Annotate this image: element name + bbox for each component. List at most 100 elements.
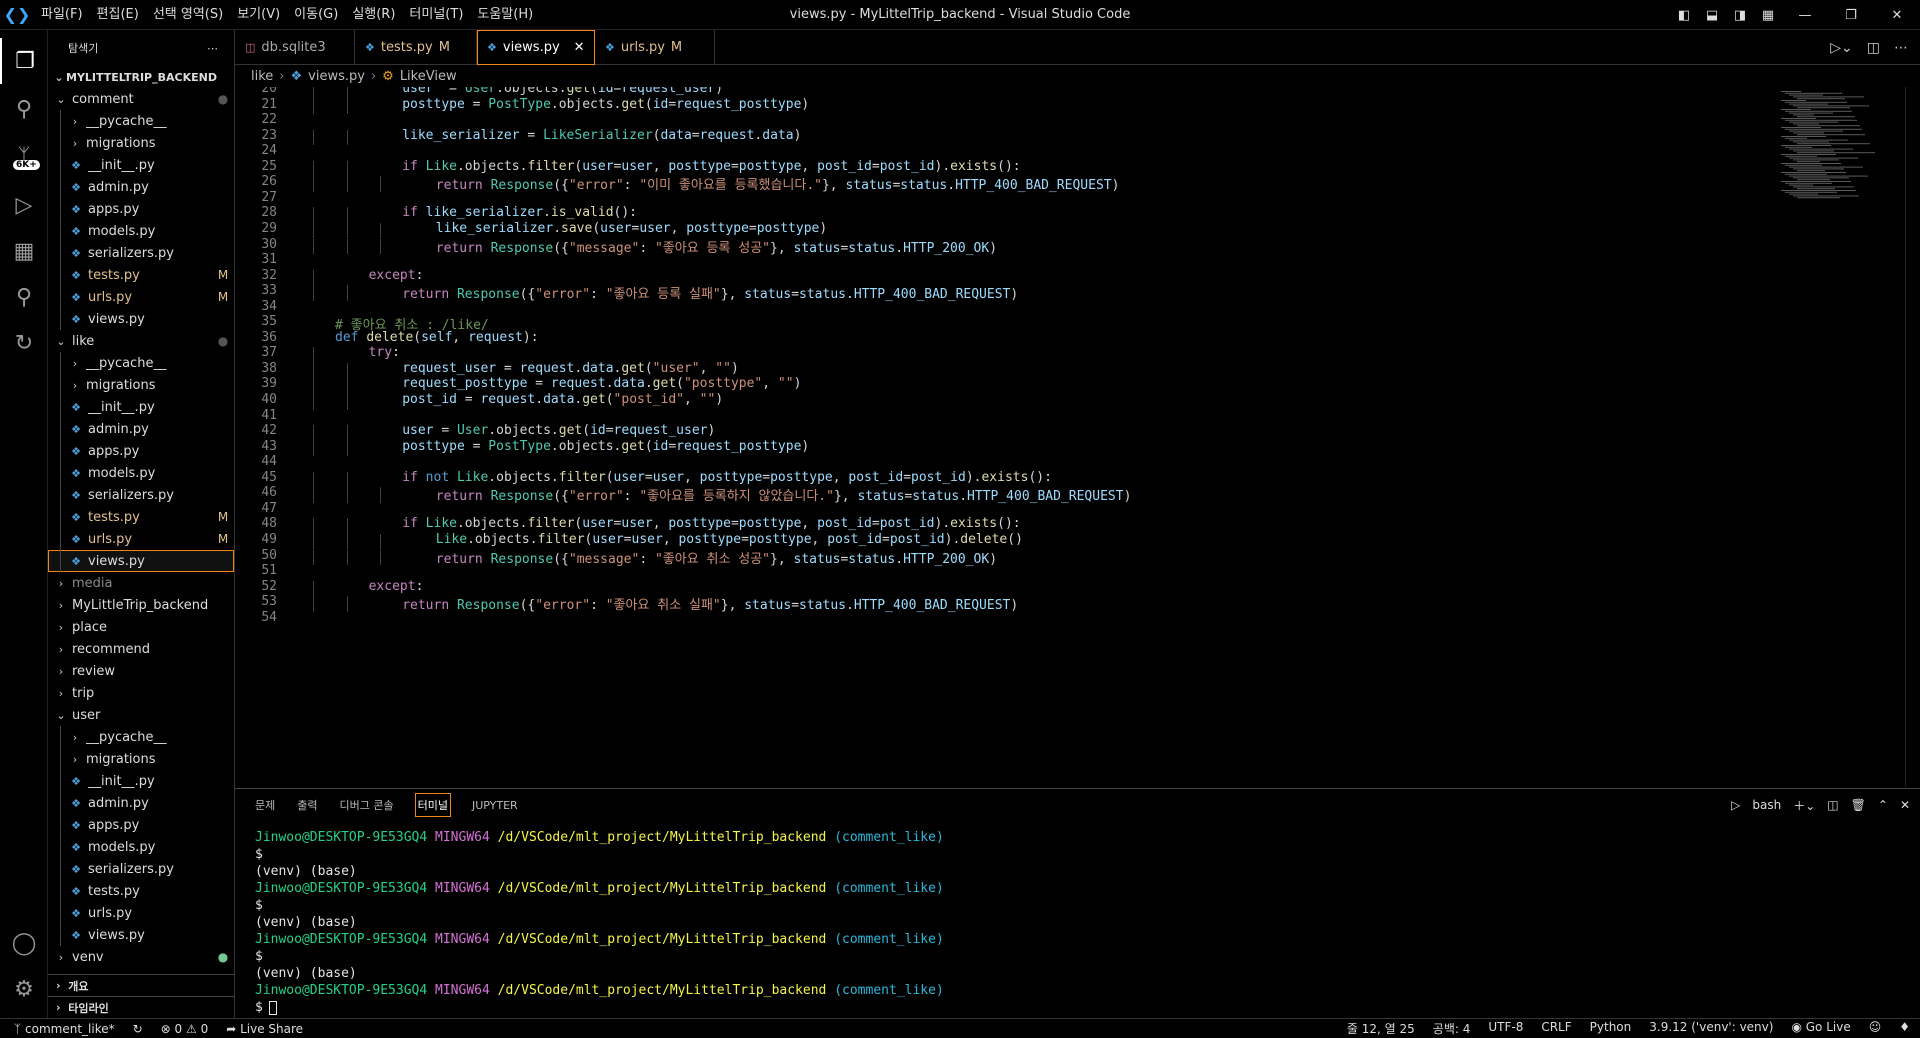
folder-item[interactable]: ⌄ comment ● bbox=[48, 88, 234, 110]
testing-icon[interactable]: ⚲ bbox=[0, 274, 48, 320]
close-tab-icon[interactable]: ✕ bbox=[574, 40, 585, 55]
customize-layout-icon[interactable]: ▦ bbox=[1754, 8, 1782, 23]
workspace-root[interactable]: ⌄ MYLITTELTRIP_BACKEND bbox=[48, 66, 234, 88]
remote-explorer-icon[interactable]: ↻ bbox=[0, 320, 48, 366]
outline-section[interactable]: › 개요 bbox=[48, 974, 235, 996]
sync-icon[interactable]: ↻ bbox=[133, 1022, 143, 1036]
live-share-status[interactable]: ➦ Live Share bbox=[226, 1022, 303, 1036]
tab-db-sqlite3[interactable]: ◫ db.sqlite3 bbox=[235, 30, 355, 65]
file-item[interactable]: ❖ views.py bbox=[48, 308, 234, 330]
file-item[interactable]: ❖ serializers.py bbox=[48, 484, 234, 506]
breadcrumb-folder[interactable]: like bbox=[251, 69, 273, 84]
terminal-shell-label[interactable]: bash bbox=[1752, 798, 1781, 812]
file-item[interactable]: ❖ admin.py bbox=[48, 792, 234, 814]
file-item[interactable]: ❖ serializers.py bbox=[48, 242, 234, 264]
problems-status[interactable]: ⊗ 0 ⚠ 0 bbox=[161, 1022, 209, 1036]
minimize-icon[interactable]: — bbox=[1782, 8, 1828, 23]
file-item[interactable]: ❖ __init__.py bbox=[48, 154, 234, 176]
close-window-icon[interactable]: ✕ bbox=[1874, 8, 1920, 23]
file-item[interactable]: ❖ urls.py M bbox=[48, 528, 234, 550]
source-control-icon[interactable]: ᛉ 6K+ bbox=[0, 134, 48, 180]
menu-help[interactable]: 도움말(H) bbox=[470, 0, 540, 30]
breadcrumb-file[interactable]: views.py bbox=[308, 69, 365, 84]
tab-urls-py[interactable]: ❖ urls.py M bbox=[595, 30, 715, 65]
file-item[interactable]: ❖ tests.py M bbox=[48, 264, 234, 286]
tab-output[interactable]: 출력 bbox=[297, 797, 317, 813]
run-python-file-icon[interactable]: ▷⌄ bbox=[1830, 40, 1853, 56]
tab-debug-console[interactable]: 디버그 콘솔 bbox=[340, 797, 394, 813]
menu-go[interactable]: 이동(G) bbox=[287, 0, 345, 30]
menu-file[interactable]: 파일(F) bbox=[34, 0, 90, 30]
file-item[interactable]: ❖ views.py bbox=[48, 924, 234, 946]
explorer-icon[interactable]: ❐ bbox=[0, 38, 48, 84]
file-item[interactable]: ❖ models.py bbox=[48, 220, 234, 242]
search-icon[interactable]: ⚲ bbox=[0, 86, 48, 132]
tab-terminal[interactable]: 터미널 bbox=[414, 793, 451, 817]
folder-item[interactable]: › migrations bbox=[48, 374, 234, 396]
split-editor-icon[interactable]: ◫ bbox=[1867, 40, 1880, 56]
accounts-icon[interactable]: ◯ bbox=[0, 920, 48, 966]
line-ending[interactable]: CRLF bbox=[1541, 1020, 1571, 1037]
run-debug-icon[interactable]: ▷ bbox=[0, 182, 48, 228]
folder-item[interactable]: › __pycache__ bbox=[48, 110, 234, 132]
editor-scrollbar[interactable] bbox=[1905, 87, 1919, 787]
file-item[interactable]: ❖ serializers.py bbox=[48, 858, 234, 880]
extensions-icon[interactable]: ▦ bbox=[0, 228, 48, 274]
folder-item[interactable]: › venv ● bbox=[48, 946, 234, 968]
branch-status[interactable]: ᛉ comment_like* bbox=[14, 1022, 115, 1036]
new-terminal-icon[interactable]: ＋⌄ bbox=[1793, 797, 1815, 814]
menu-terminal[interactable]: 터미널(T) bbox=[402, 0, 470, 30]
folder-item[interactable]: › migrations bbox=[48, 748, 234, 770]
file-item[interactable]: ❖ apps.py bbox=[48, 198, 234, 220]
file-item[interactable]: ❖ admin.py bbox=[48, 418, 234, 440]
folder-item[interactable]: › place bbox=[48, 616, 234, 638]
tab-tests-py[interactable]: ❖ tests.py M bbox=[355, 30, 477, 65]
close-panel-icon[interactable]: ✕ bbox=[1900, 798, 1910, 812]
toggle-panel-icon[interactable]: ⬓ bbox=[1698, 8, 1726, 23]
folder-item[interactable]: › migrations bbox=[48, 132, 234, 154]
folder-item[interactable]: › __pycache__ bbox=[48, 352, 234, 374]
more-actions-icon[interactable]: ⋯ bbox=[207, 42, 218, 55]
settings-gear-icon[interactable]: ⚙ bbox=[0, 966, 48, 1012]
more-actions-icon[interactable]: ⋯ bbox=[1894, 40, 1908, 56]
menu-edit[interactable]: 편집(E) bbox=[90, 0, 146, 30]
cursor-position[interactable]: 줄 12, 열 25 bbox=[1347, 1020, 1415, 1037]
kill-terminal-icon[interactable]: 🗑 bbox=[1851, 798, 1866, 812]
code-editor[interactable]: 20 user = User.objects.get(id=request_use… bbox=[235, 87, 1775, 787]
file-item[interactable]: ❖ models.py bbox=[48, 836, 234, 858]
accounts-status-icon[interactable]: ☺ bbox=[1869, 1020, 1882, 1037]
menu-selection[interactable]: 선택 영역(S) bbox=[146, 0, 230, 30]
file-item[interactable]: ❖ views.py bbox=[48, 550, 234, 572]
menu-view[interactable]: 보기(V) bbox=[230, 0, 287, 30]
file-item[interactable]: ❖ admin.py bbox=[48, 176, 234, 198]
breadcrumb-symbol[interactable]: LikeView bbox=[400, 69, 457, 84]
folder-item[interactable]: › trip bbox=[48, 682, 234, 704]
terminal-output[interactable]: Jinwoo@DESKTOP-9E53GQ4 MINGW64 /d/VSCode… bbox=[255, 829, 944, 1016]
folder-item[interactable]: › recommend bbox=[48, 638, 234, 660]
file-item[interactable]: ❖ tests.py M bbox=[48, 506, 234, 528]
folder-item[interactable]: › MyLittleTrip_backend bbox=[48, 594, 234, 616]
file-item[interactable]: ❖ apps.py bbox=[48, 440, 234, 462]
folder-item[interactable]: ⌄ user bbox=[48, 704, 234, 726]
toggle-secondary-sidebar-icon[interactable]: ◨ bbox=[1726, 8, 1754, 23]
file-item[interactable]: ❖ models.py bbox=[48, 462, 234, 484]
menu-run[interactable]: 실행(R) bbox=[345, 0, 402, 30]
split-terminal-icon[interactable]: ◫ bbox=[1827, 798, 1838, 812]
folder-item[interactable]: › review bbox=[48, 660, 234, 682]
restore-icon[interactable]: ❐ bbox=[1828, 8, 1874, 23]
file-item[interactable]: ❖ __init__.py bbox=[48, 770, 234, 792]
go-live-status[interactable]: ◉ Go Live bbox=[1791, 1020, 1850, 1037]
notifications-bell-icon[interactable]: ♦ bbox=[1899, 1020, 1910, 1037]
minimap[interactable] bbox=[1775, 87, 1905, 787]
file-item[interactable]: ❖ tests.py bbox=[48, 880, 234, 902]
maximize-panel-icon[interactable]: ⌃ bbox=[1878, 798, 1888, 812]
tab-views-py[interactable]: ❖ views.py ✕ bbox=[477, 30, 595, 65]
file-item[interactable]: ❖ urls.py bbox=[48, 902, 234, 924]
tab-problems[interactable]: 문제 bbox=[255, 797, 275, 813]
encoding[interactable]: UTF-8 bbox=[1488, 1020, 1523, 1037]
file-item[interactable]: ❖ __init__.py bbox=[48, 396, 234, 418]
language-mode[interactable]: Python bbox=[1590, 1020, 1632, 1037]
file-item[interactable]: ❖ urls.py M bbox=[48, 286, 234, 308]
indentation[interactable]: 공백: 4 bbox=[1433, 1020, 1471, 1037]
timeline-section[interactable]: › 타임라인 bbox=[48, 996, 235, 1018]
